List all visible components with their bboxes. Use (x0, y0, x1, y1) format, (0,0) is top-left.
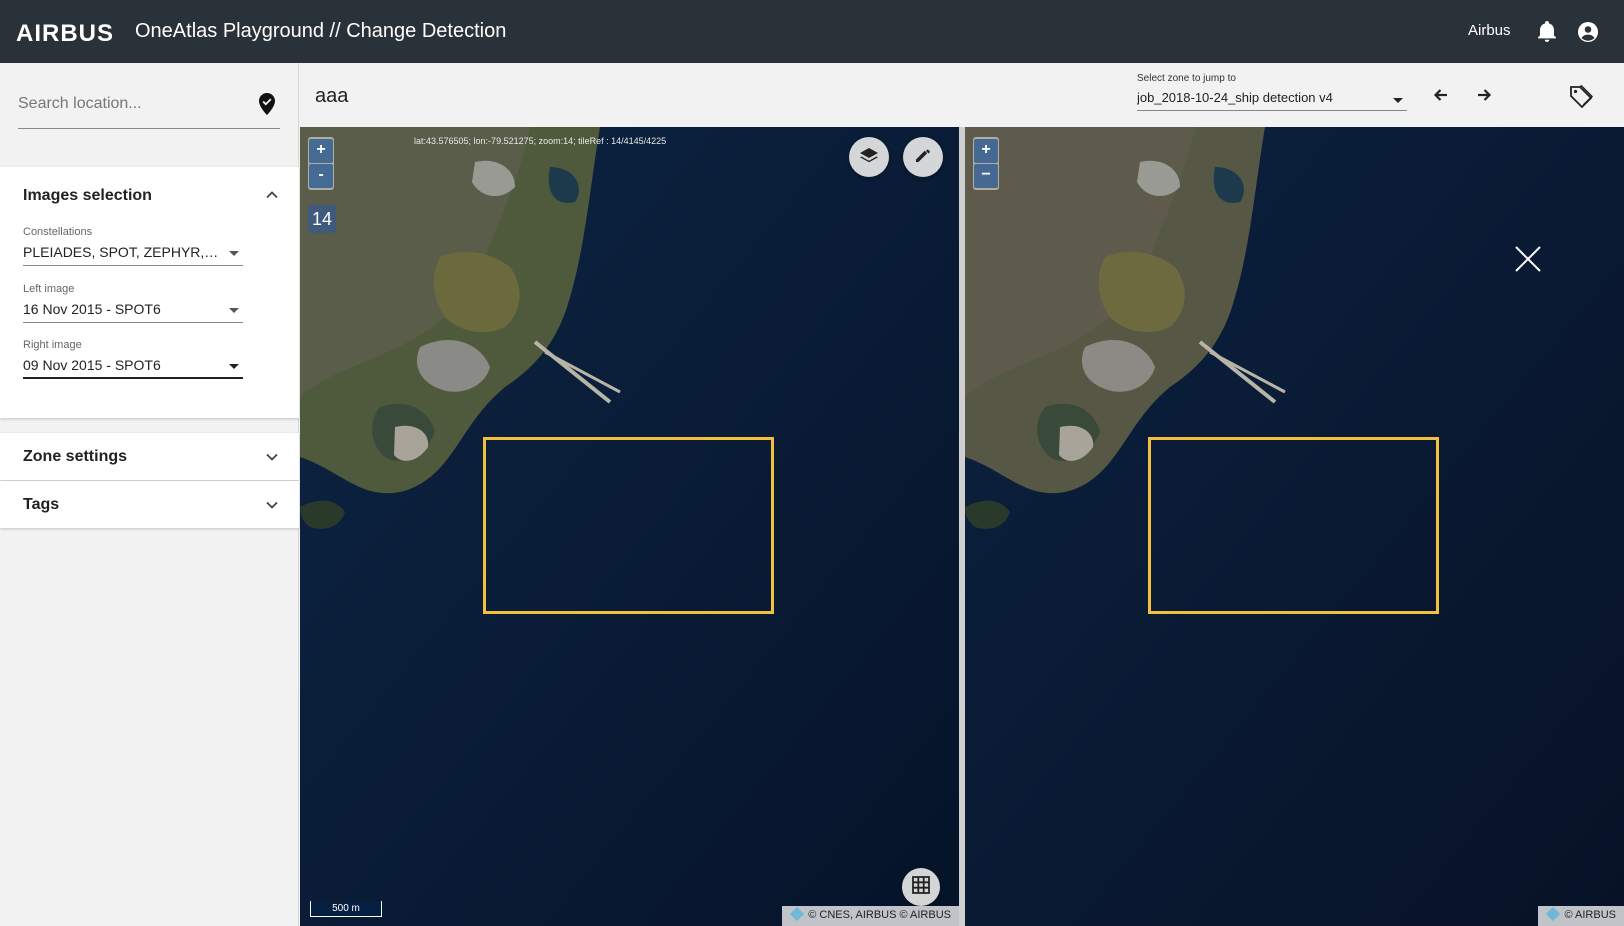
zoom-level-badge: 14 (308, 205, 336, 233)
arrow-right-icon[interactable] (1474, 85, 1494, 105)
dropdown-caret-icon (229, 308, 239, 313)
left-map[interactable]: + - 14 lat:43.576505; lon:-79.521275; zo… (300, 127, 959, 926)
right-image-select[interactable]: Right image 09 Nov 2015 - SPOT6 (23, 339, 243, 379)
zone-select-value-box[interactable]: job_2018-10-24_ship detection v4 (1137, 87, 1407, 111)
zone-name: aaa (315, 85, 349, 107)
layers-icon (859, 146, 879, 169)
zoom-controls: + - (308, 137, 334, 190)
top-bar: AIRBUS OneAtlas Playground // Change Det… (0, 0, 1624, 63)
attribution-text: © AIRBUS (1564, 909, 1616, 921)
attribution-text: © CNES, AIRBUS © AIRBUS (808, 909, 951, 921)
location-pin-icon[interactable] (258, 93, 278, 117)
zoom-out-button[interactable]: − (974, 164, 998, 188)
map-attribution: © CNES, AIRBUS © AIRBUS (782, 906, 959, 926)
right-image-value: 09 Nov 2015 - SPOT6 (23, 357, 161, 373)
tags-panel[interactable]: Tags (0, 481, 299, 528)
close-icon[interactable] (1513, 244, 1543, 274)
tags-title[interactable]: Tags (23, 496, 59, 514)
layers-button[interactable] (849, 137, 889, 177)
constellations-select[interactable]: Constellations PLEIADES, SPOT, ZEPHYR, D… (23, 226, 243, 266)
dropdown-caret-icon (229, 251, 239, 256)
zone-settings-panel[interactable]: Zone settings (0, 433, 299, 480)
sidebar: Images selection Constellations PLEIADES… (0, 63, 299, 926)
zone-settings-title[interactable]: Zone settings (23, 448, 127, 466)
search-field[interactable] (18, 89, 280, 129)
coordinates-readout: lat:43.576505; lon:-79.521275; zoom:14; … (414, 136, 667, 146)
detection-box[interactable] (1148, 437, 1439, 614)
zoom-out-button[interactable]: - (309, 164, 333, 188)
dropdown-caret-icon (229, 364, 239, 369)
globe-icon (1546, 906, 1561, 922)
map-attribution: © AIRBUS (1538, 906, 1624, 926)
main-toolbar: aaa Select zone to jump to job_2018-10-2… (300, 63, 1624, 127)
zoom-controls: + − (973, 137, 999, 190)
grid-button[interactable] (902, 868, 940, 906)
left-image-value-box[interactable]: 16 Nov 2015 - SPOT6 (23, 297, 243, 323)
images-selection-panel: Images selection Constellations PLEIADES… (0, 167, 299, 418)
left-image-label: Left image (23, 283, 75, 295)
scale-bar: 500 m (310, 901, 382, 917)
user-name[interactable]: Airbus (1468, 22, 1511, 39)
chevron-up-icon[interactable] (265, 188, 279, 202)
zone-select-value: job_2018-10-24_ship detection v4 (1137, 90, 1333, 105)
pencil-icon (914, 146, 932, 169)
zoom-in-button[interactable]: + (974, 139, 998, 163)
right-image-value-box[interactable]: 09 Nov 2015 - SPOT6 (23, 353, 243, 379)
chevron-down-icon[interactable] (265, 450, 279, 464)
edit-button[interactable] (903, 137, 943, 177)
right-map[interactable]: + − © AIRBUS (965, 127, 1624, 926)
account-icon[interactable] (1575, 19, 1601, 45)
chevron-down-icon[interactable] (265, 498, 279, 512)
images-selection-title[interactable]: Images selection (23, 187, 152, 205)
zone-jump-select[interactable]: Select zone to jump to job_2018-10-24_sh… (1137, 73, 1407, 111)
arrow-left-icon[interactable] (1431, 85, 1451, 105)
dropdown-caret-icon (1393, 98, 1403, 103)
detection-box[interactable] (483, 437, 774, 614)
left-image-value: 16 Nov 2015 - SPOT6 (23, 301, 161, 317)
zoom-in-button[interactable]: + (309, 139, 333, 163)
search-input[interactable] (18, 95, 238, 113)
grid-icon (911, 875, 931, 900)
globe-icon (790, 906, 805, 922)
airbus-logo: AIRBUS (16, 20, 115, 47)
tag-icon[interactable] (1568, 83, 1594, 109)
zone-select-label: Select zone to jump to (1137, 73, 1236, 84)
right-image-label: Right image (23, 339, 82, 351)
left-image-select[interactable]: Left image 16 Nov 2015 - SPOT6 (23, 283, 243, 323)
bell-icon[interactable] (1534, 19, 1560, 45)
constellations-label: Constellations (23, 226, 93, 238)
app-title: OneAtlas Playground // Change Detection (135, 20, 507, 42)
constellations-value: PLEIADES, SPOT, ZEPHYR, Deimos (23, 244, 243, 260)
constellations-value-box[interactable]: PLEIADES, SPOT, ZEPHYR, Deimos (23, 240, 243, 266)
